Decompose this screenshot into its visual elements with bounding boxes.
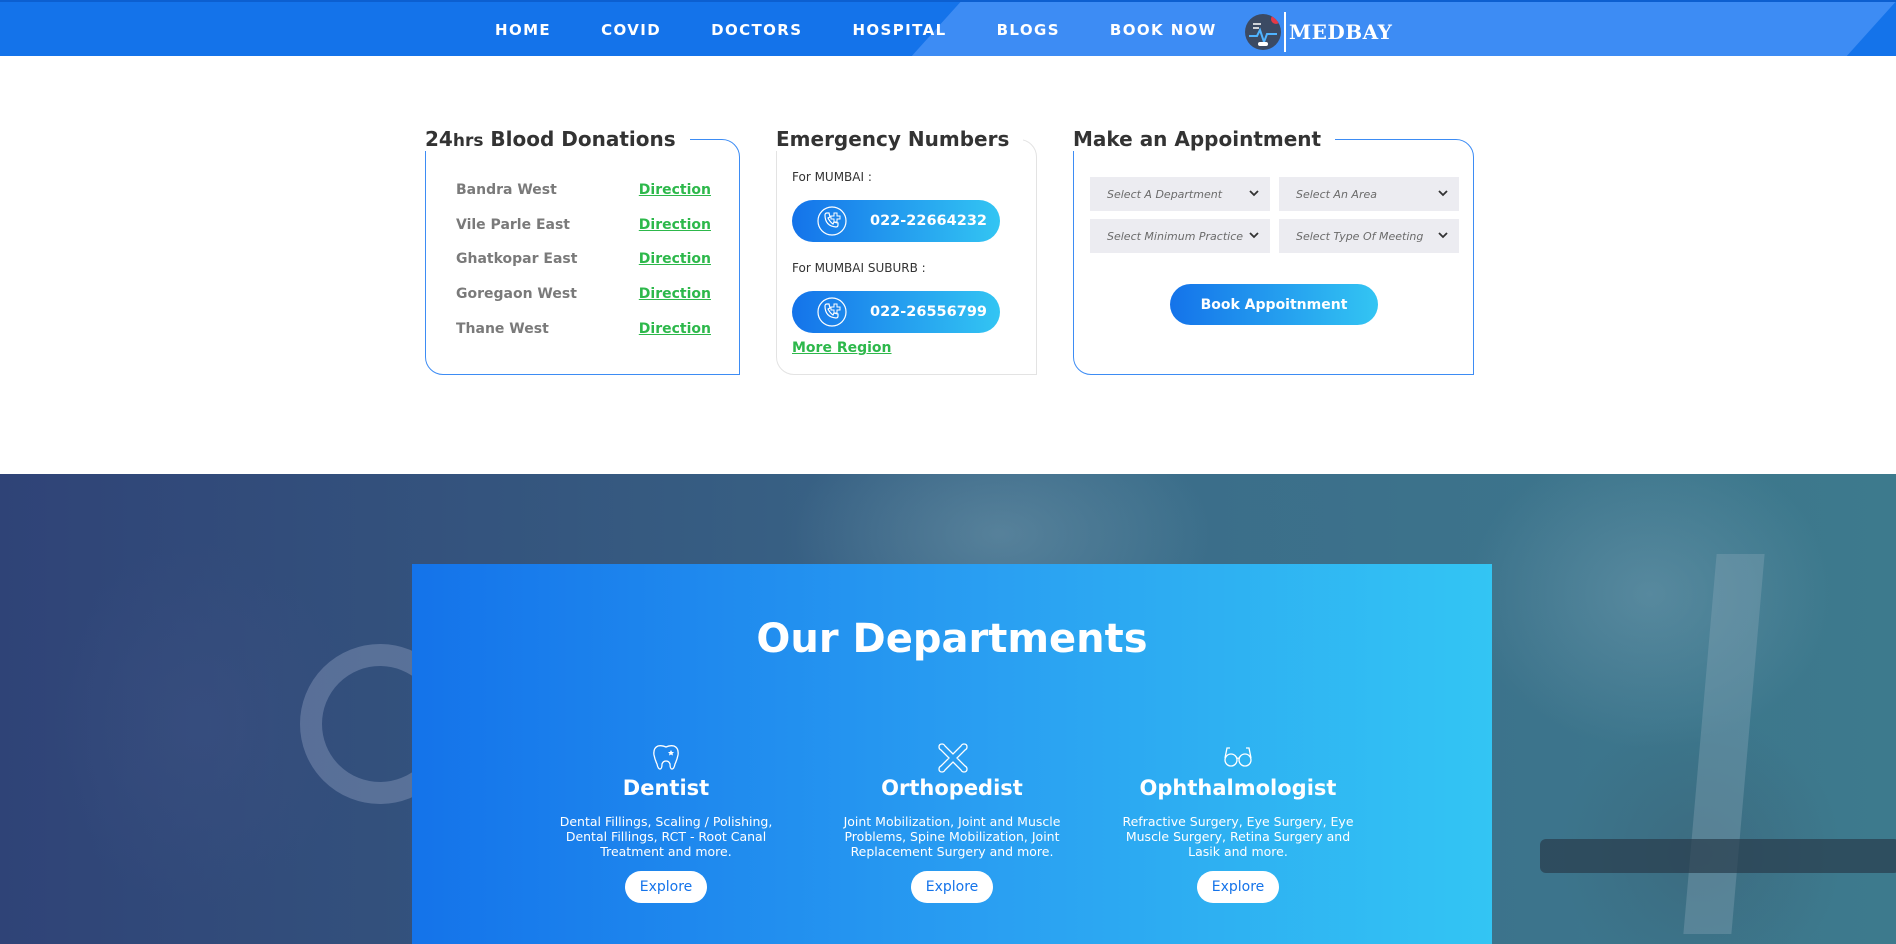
department-name: Ophthalmologist xyxy=(1139,776,1337,800)
nav-item-home[interactable]: HOME xyxy=(495,21,551,39)
top-navbar: HOME COVID DOCTORS HOSPITAL BLOGS BOOK N… xyxy=(0,0,1896,56)
title-prefix: 24 xyxy=(425,127,453,151)
explore-button[interactable]: Explore xyxy=(1197,871,1279,903)
list-item: Bandra West Direction xyxy=(456,182,711,198)
blood-location: Ghatkopar East xyxy=(456,251,578,267)
blood-location: Goregaon West xyxy=(456,286,577,302)
select-department[interactable]: Select A Department xyxy=(1090,177,1270,211)
nav-item-hospital[interactable]: HOSPITAL xyxy=(852,21,946,39)
site-logo[interactable]: MEDBAY xyxy=(1245,12,1392,52)
emergency-numbers-card: For MUMBAI : 022-22664232 For MUMBAI SUB… xyxy=(776,139,1037,375)
department-name: Orthopedist xyxy=(881,776,1023,800)
blood-location: Thane West xyxy=(456,321,549,337)
chevron-down-icon xyxy=(1249,190,1259,197)
direction-link[interactable]: Direction xyxy=(639,182,711,198)
explore-button[interactable]: Explore xyxy=(911,871,993,903)
direction-link[interactable]: Direction xyxy=(639,251,711,267)
book-appointment-button[interactable]: Book Appoitnment xyxy=(1170,284,1378,325)
chevron-down-icon xyxy=(1438,190,1448,197)
department-description: Refractive Surgery, Eye Surgery, Eye Mus… xyxy=(1122,814,1354,859)
nav-item-blogs[interactable]: BLOGS xyxy=(997,21,1060,39)
more-region-link[interactable]: More Region xyxy=(792,340,892,356)
nav-item-book-now[interactable]: BOOK NOW xyxy=(1110,21,1217,39)
bone-icon xyxy=(938,743,968,773)
direction-link[interactable]: Direction xyxy=(639,217,711,233)
phone-cross-icon xyxy=(817,206,847,236)
appointment-title: Make an Appointment xyxy=(1073,127,1336,151)
title-rest: Blood Donations xyxy=(483,127,676,151)
blood-location: Vile Parle East xyxy=(456,217,570,233)
chevron-down-icon xyxy=(1249,232,1259,239)
list-item: Vile Parle East Direction xyxy=(456,217,711,233)
logo-divider xyxy=(1284,12,1286,52)
appointment-card: Select A Department Select An Area Selec… xyxy=(1073,139,1474,375)
department-description: Joint Mobilization, Joint and Muscle Pro… xyxy=(843,814,1061,859)
phone-number: 022-22664232 xyxy=(870,213,987,229)
heartbeat-logo-icon xyxy=(1245,14,1281,50)
emergency-label-mumbai: For MUMBAI : xyxy=(792,170,872,184)
department-description: Dental Fillings, Scaling / Polishing, De… xyxy=(559,814,773,859)
select-area-value: Select An Area xyxy=(1296,187,1377,201)
list-item: Goregaon West Direction xyxy=(456,286,711,302)
nav-item-doctors[interactable]: DOCTORS xyxy=(711,21,802,39)
background-bar xyxy=(1540,839,1896,873)
select-practice-value: Select Minimum Practice xyxy=(1107,229,1244,243)
list-item: Thane West Direction xyxy=(456,321,711,337)
emergency-label-suburb: For MUMBAI SUBURB : xyxy=(792,261,926,275)
title-small: hrs xyxy=(452,131,484,151)
select-area[interactable]: Select An Area xyxy=(1279,177,1459,211)
glasses-icon xyxy=(1224,747,1252,767)
tooth-icon xyxy=(653,745,679,770)
background-strap xyxy=(1683,554,1765,934)
direction-link[interactable]: Direction xyxy=(639,321,711,337)
department-name: Dentist xyxy=(622,776,710,800)
nav-item-covid[interactable]: COVID xyxy=(601,21,661,39)
department-orthopedist: Orthopedist Joint Mobilization, Joint an… xyxy=(817,740,1087,903)
blood-donations-card: Bandra West Direction Vile Parle East Di… xyxy=(425,139,740,375)
select-minimum-practice[interactable]: Select Minimum Practice xyxy=(1090,219,1270,253)
departments-panel: Our Departments Dentist Dental Fillings,… xyxy=(412,564,1492,944)
select-meeting-type[interactable]: Select Type Of Meeting xyxy=(1279,219,1459,253)
department-dentist: Dentist Dental Fillings, Scaling / Polis… xyxy=(531,740,801,903)
chevron-down-icon xyxy=(1438,232,1448,239)
logo-heart-dot xyxy=(1271,14,1281,24)
emergency-numbers-title: Emergency Numbers xyxy=(776,127,1024,151)
blood-donations-title: 24hrs Blood Donations xyxy=(425,127,690,151)
phone-button-suburb[interactable]: 022-26556799 xyxy=(792,291,1000,333)
explore-button[interactable]: Explore xyxy=(625,871,707,903)
phone-button-mumbai[interactable]: 022-22664232 xyxy=(792,200,1000,242)
select-meeting-value: Select Type Of Meeting xyxy=(1296,229,1424,243)
list-item: Ghatkopar East Direction xyxy=(456,251,711,267)
phone-cross-icon xyxy=(817,297,847,327)
logo-text: MEDBAY xyxy=(1289,20,1393,44)
select-department-value: Select A Department xyxy=(1107,187,1223,201)
phone-number: 022-26556799 xyxy=(870,304,987,320)
nav-menu: HOME COVID DOCTORS HOSPITAL BLOGS BOOK N… xyxy=(470,2,1242,56)
direction-link[interactable]: Direction xyxy=(639,286,711,302)
departments-heading: Our Departments xyxy=(756,616,1148,662)
blood-location: Bandra West xyxy=(456,182,557,198)
department-ophthalmologist: Ophthalmologist Refractive Surgery, Eye … xyxy=(1103,740,1373,903)
